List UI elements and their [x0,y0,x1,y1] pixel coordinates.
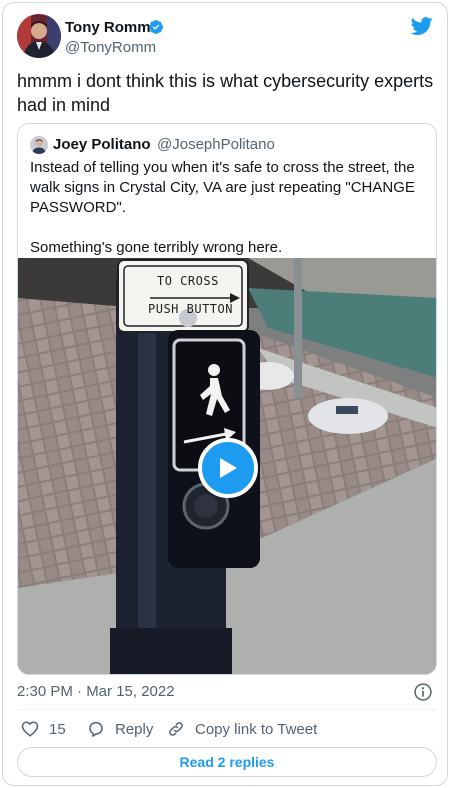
video-thumbnail[interactable]: TO CROSS PUSH BUTTON [18,258,436,674]
tweet-text: hmmm i dont think this is what cybersecu… [17,71,434,115]
tweet-timestamp[interactable]: 2:30 PM · Mar 15, 2022 [17,683,175,700]
embedded-tweet-card: Tony Romm @TonyRomm hmmm i dont think th… [2,2,448,786]
quoted-text-paragraph: Instead of telling you when it's safe to… [30,159,415,216]
reply-icon [89,721,103,737]
quoted-tweet-text: Instead of telling you when it's safe to… [30,158,426,258]
link-icon [169,722,183,736]
quoted-author-handle: @JosephPolitano [157,136,275,153]
verified-badge-icon [149,20,163,34]
author-name[interactable]: Tony Romm [65,19,151,36]
quoted-tweet[interactable]: Joey Politano @JosephPolitano Instead of… [17,123,437,675]
like-button[interactable]: 15 [21,718,66,740]
reply-label: Reply [115,720,154,738]
quoted-text-paragraph: Something's gone terribly wrong here. [30,239,283,256]
sign-line-2: PUSH BUTTON [148,302,233,316]
divider [17,709,437,710]
read-replies-button[interactable]: Read 2 replies [17,747,437,777]
author-avatar[interactable] [17,14,61,58]
author-handle[interactable]: @TonyRomm [65,39,156,56]
copy-link-button[interactable]: Copy link to Tweet [167,718,317,740]
sign-line-1: TO CROSS [157,274,219,288]
twitter-bird-icon[interactable] [411,15,433,37]
play-icon [220,458,237,478]
reply-button[interactable]: Reply [87,718,153,740]
quoted-author-name: Joey Politano [53,136,151,153]
like-count: 15 [49,720,66,738]
play-button[interactable] [198,438,258,498]
copy-link-label: Copy link to Tweet [195,720,318,738]
info-icon[interactable] [413,682,433,702]
heart-icon [21,721,39,737]
quoted-author-avatar [30,136,48,154]
